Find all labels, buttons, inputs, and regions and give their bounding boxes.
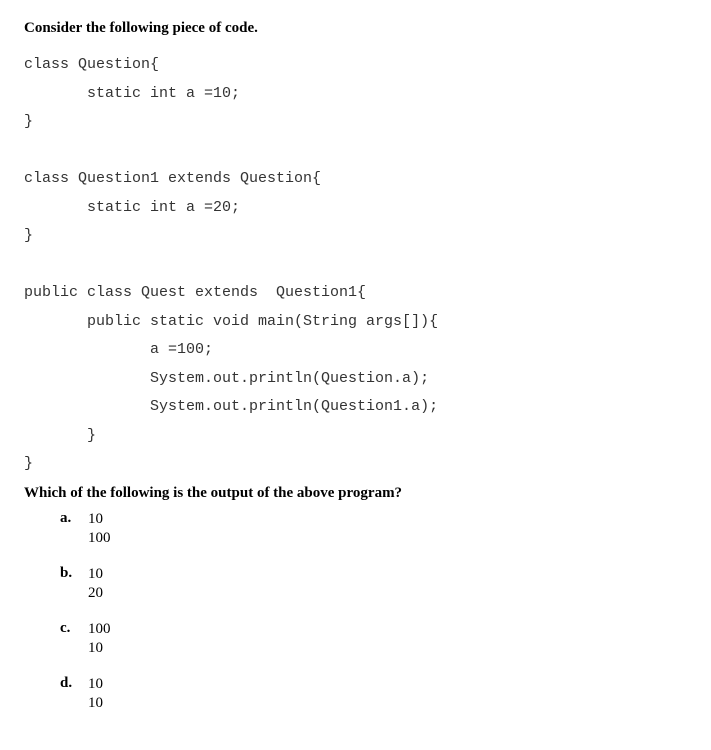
- option-text: 10 20: [88, 565, 103, 604]
- option-text: 100 10: [88, 620, 111, 659]
- option-c[interactable]: c. 100 10: [60, 620, 687, 659]
- option-text: 10 100: [88, 510, 111, 549]
- option-label: c.: [60, 620, 88, 637]
- intro-heading: Consider the following piece of code.: [24, 20, 687, 37]
- option-d[interactable]: d. 10 10: [60, 675, 687, 714]
- question-text: Which of the following is the output of …: [24, 485, 687, 502]
- option-b[interactable]: b. 10 20: [60, 565, 687, 604]
- code-block: class Question{ static int a =10; } clas…: [24, 51, 687, 479]
- options-list: a. 10 100 b. 10 20 c. 100 10 d. 10 10: [24, 510, 687, 714]
- option-label: a.: [60, 510, 88, 527]
- option-label: b.: [60, 565, 88, 582]
- option-a[interactable]: a. 10 100: [60, 510, 687, 549]
- option-text: 10 10: [88, 675, 103, 714]
- option-label: d.: [60, 675, 88, 692]
